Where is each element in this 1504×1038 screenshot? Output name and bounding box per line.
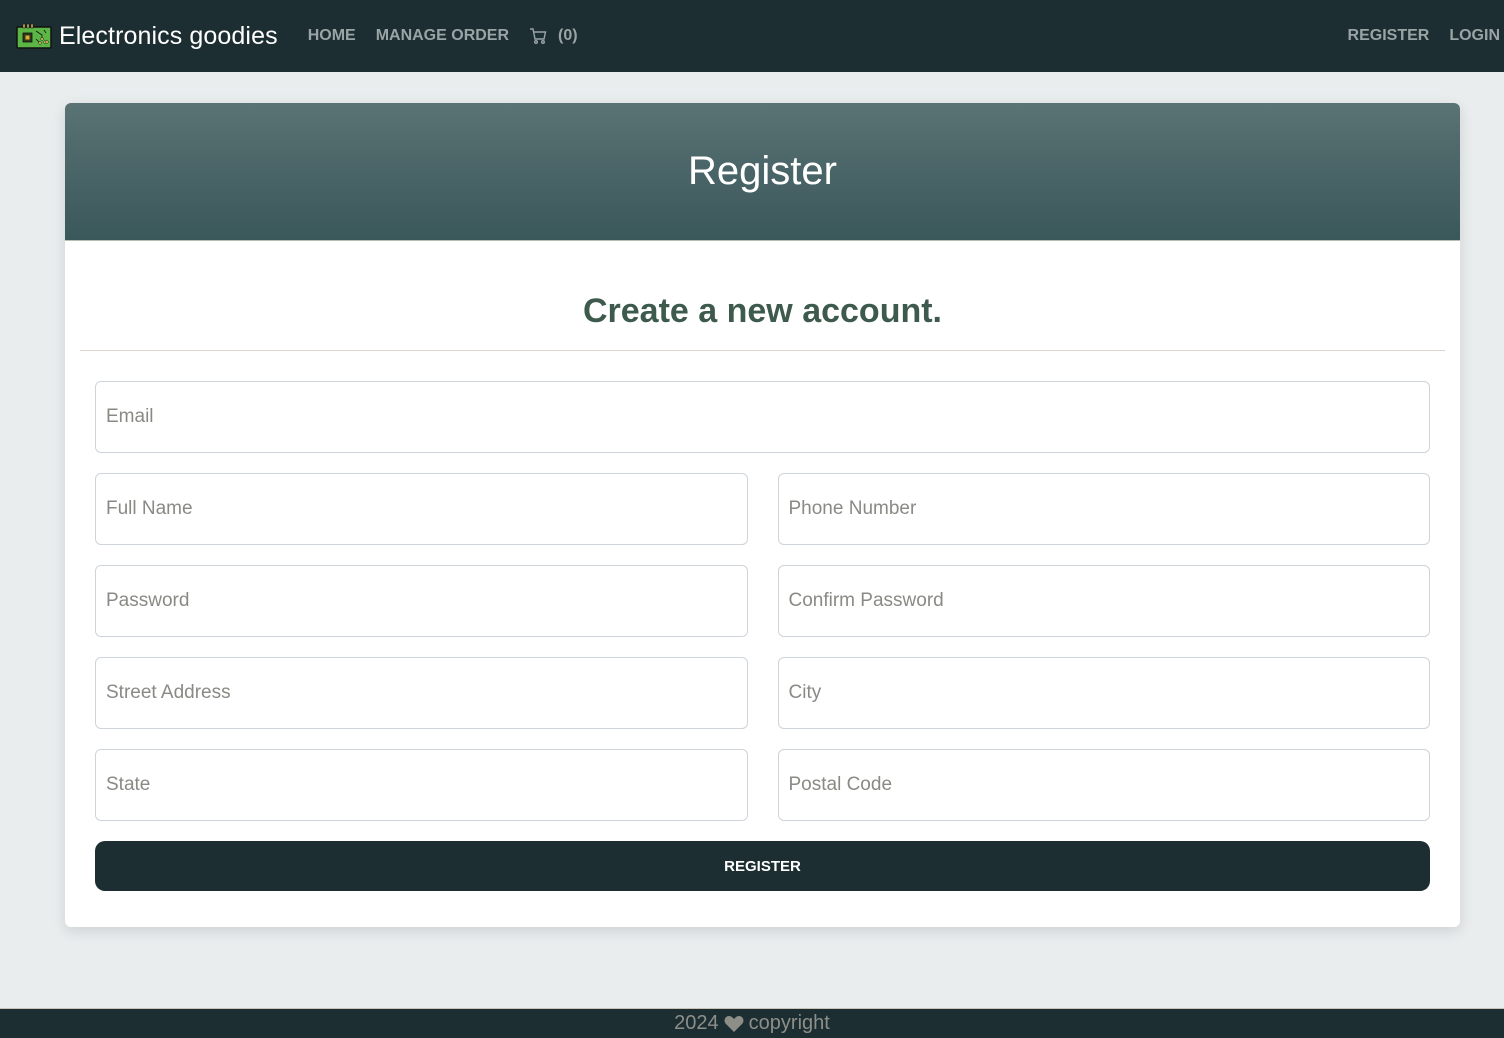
register-form: REGISTER	[65, 351, 1460, 891]
nav-home-link[interactable]: HOME	[308, 27, 356, 45]
cart-link[interactable]: (0)	[529, 27, 578, 45]
state-field[interactable]	[95, 749, 748, 821]
nav-login-link[interactable]: LOGIN	[1449, 27, 1500, 45]
footer-year: 2024	[674, 1012, 719, 1034]
heart-icon	[724, 1015, 744, 1032]
password-field[interactable]	[95, 565, 748, 637]
form-row	[95, 381, 1430, 453]
footer-copyright-text: copyright	[748, 1012, 830, 1034]
card-header: Register	[65, 103, 1460, 241]
register-card: Register Create a new account. REGISTER	[65, 103, 1460, 927]
navbar: Electronics goodies HOME MANAGE ORDER (0…	[0, 0, 1504, 72]
page-title: Register	[688, 149, 837, 193]
brand-link[interactable]: Electronics goodies	[16, 22, 278, 51]
street-address-field[interactable]	[95, 657, 748, 729]
phone-number-field[interactable]	[777, 473, 1430, 545]
circuit-board-icon	[16, 23, 52, 49]
nav-left: HOME MANAGE ORDER (0)	[308, 27, 578, 45]
nav-register-link[interactable]: REGISTER	[1348, 27, 1430, 45]
brand-name: Electronics goodies	[59, 21, 278, 50]
footer: 2024 copyright	[0, 1008, 1504, 1038]
email-field[interactable]	[95, 381, 1430, 453]
form-row	[95, 473, 1430, 545]
city-field[interactable]	[777, 657, 1430, 729]
form-row	[95, 657, 1430, 729]
nav-manage-order-link[interactable]: MANAGE ORDER	[376, 27, 509, 45]
postal-code-field[interactable]	[777, 749, 1430, 821]
confirm-password-field[interactable]	[777, 565, 1430, 637]
cart-count: (0)	[558, 27, 578, 44]
form-row	[95, 565, 1430, 637]
full-name-field[interactable]	[95, 473, 748, 545]
register-submit-button[interactable]: REGISTER	[95, 841, 1430, 891]
form-subtitle: Create a new account.	[582, 292, 942, 330]
cart-icon	[530, 28, 547, 44]
nav-right: REGISTER LOGIN	[1328, 27, 1500, 45]
form-row	[95, 749, 1430, 821]
